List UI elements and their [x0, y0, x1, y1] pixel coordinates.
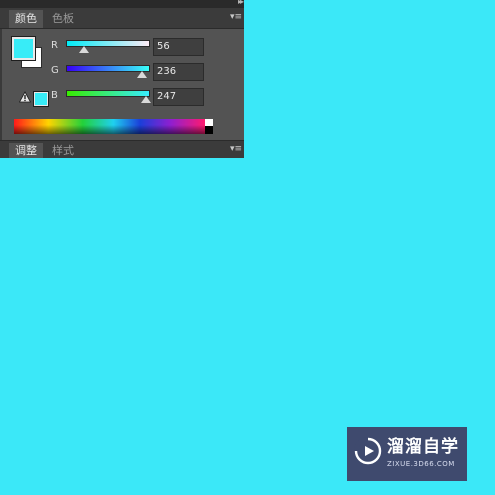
adjust-panel-tabbar: 调整 样式 ▾≡ — [0, 140, 244, 158]
collapse-arrows-icon[interactable]: ▸▸ — [238, 0, 244, 6]
value-field-b[interactable]: 247 — [153, 88, 204, 106]
spectrum-black-white[interactable] — [205, 119, 213, 134]
play-logo-icon — [354, 437, 382, 465]
channel-label-g: G — [51, 65, 59, 76]
color-panel-tabbar: 颜色 色板 ▾≡ — [0, 8, 244, 29]
tab-styles[interactable]: 样式 — [46, 143, 80, 158]
gamut-color-swatch[interactable] — [34, 92, 48, 106]
slider-thumb-g[interactable] — [137, 71, 148, 78]
channel-label-b: B — [51, 90, 58, 101]
value-field-g[interactable]: 236 — [153, 63, 204, 81]
color-spectrum-ramp[interactable] — [14, 119, 205, 134]
watermark-url: ZIXUE.3D66.COM — [387, 460, 455, 468]
panel-menu-icon[interactable]: ▾≡ — [230, 144, 242, 154]
warning-triangle-icon[interactable] — [19, 91, 31, 103]
watermark-name: 溜溜自学 — [387, 437, 459, 457]
tab-adjustments[interactable]: 调整 — [9, 143, 43, 158]
value-field-r[interactable]: 56 — [153, 38, 204, 56]
panel-left-edge — [0, 29, 2, 140]
channel-label-r: R — [51, 40, 58, 51]
panel-collapse-bar[interactable]: ▸▸ — [0, 0, 244, 8]
color-panel: ▸▸ 颜色 色板 ▾≡ R 56 G 236 B 247 调整 样式 ▾≡ — [0, 0, 244, 158]
panel-menu-icon[interactable]: ▾≡ — [230, 12, 242, 22]
tab-color[interactable]: 颜色 — [9, 10, 43, 28]
tab-swatches[interactable]: 色板 — [46, 10, 80, 28]
slider-track-b[interactable] — [66, 90, 150, 97]
slider-thumb-r[interactable] — [79, 46, 90, 53]
slider-thumb-b[interactable] — [140, 96, 151, 103]
foreground-color-swatch[interactable] — [12, 37, 35, 60]
watermark-logo: 溜溜自学 ZIXUE.3D66.COM — [347, 427, 467, 481]
